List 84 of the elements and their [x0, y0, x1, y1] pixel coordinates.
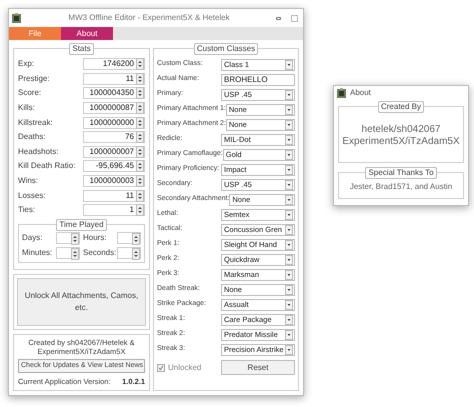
- window-title: MW3 Offline Editor - Experiment5X & Hetelek: [67, 12, 231, 24]
- stat-label: Exp:: [18, 58, 36, 70]
- menu-tab[interactable]: About: [61, 27, 113, 40]
- check-icon: [158, 364, 164, 370]
- stat-label: Score:: [18, 87, 42, 100]
- spinner-arrows-icon[interactable]: [136, 72, 144, 85]
- caret-icon: [285, 330, 293, 340]
- reset-button[interactable]: Reset: [221, 360, 295, 375]
- checkbox-label: Unlocked: [168, 362, 202, 374]
- number-field[interactable]: 11: [83, 72, 145, 85]
- number-field[interactable]: 11: [83, 190, 145, 202]
- number-field[interactable]: 1000000003: [83, 175, 145, 188]
- thanks-text: Jester, Brad1571, and Austin: [350, 180, 452, 192]
- caret-icon: [285, 210, 293, 220]
- spinner-arrows-icon[interactable]: [136, 190, 144, 202]
- spinner-arrows-icon[interactable]: [136, 131, 144, 144]
- app-icon: [11, 12, 22, 24]
- spinner-arrows-icon[interactable]: [71, 248, 79, 260]
- group-title: Special Thanks To: [365, 167, 437, 179]
- number-field[interactable]: [56, 246, 80, 259]
- stat-label: Prestige:: [18, 72, 51, 85]
- stat-label: Kills:: [18, 102, 36, 114]
- time-label: Hours:: [83, 232, 108, 244]
- spinner-arrows-icon[interactable]: [132, 232, 140, 245]
- group-title: Custom Classes: [194, 43, 258, 55]
- caret-icon: [285, 240, 293, 250]
- number-field[interactable]: [117, 232, 141, 244]
- spinner-arrows-icon[interactable]: [136, 160, 144, 172]
- caret-icon: [285, 270, 293, 280]
- time-label: Minutes:: [22, 246, 54, 259]
- number-field[interactable]: [56, 232, 80, 244]
- caret-icon: [285, 120, 293, 130]
- number-field[interactable]: 1000000087: [83, 102, 145, 114]
- author-line: hetelek/sh042067: [362, 124, 440, 136]
- caret-icon: [285, 194, 293, 204]
- text-field[interactable]: BROHELLO: [221, 74, 295, 86]
- spinner-arrows-icon[interactable]: [71, 232, 79, 245]
- caret-icon: [285, 134, 293, 144]
- author-line: Experiment5X/iTzAdam5X: [342, 136, 460, 148]
- time-label: Days:: [22, 232, 44, 244]
- number-field[interactable]: -95,696.45: [83, 160, 145, 172]
- caret-icon: [285, 150, 293, 160]
- caret-icon: [285, 300, 293, 310]
- caret-icon: [285, 284, 293, 294]
- spinner-arrows-icon[interactable]: [136, 175, 144, 188]
- minimize-icon[interactable]: [276, 16, 281, 20]
- caret-icon: [285, 314, 293, 324]
- caret-icon: [285, 254, 293, 264]
- caret-icon: [285, 90, 293, 100]
- stat-label: Ties:: [18, 204, 36, 216]
- caret-icon: [285, 344, 293, 354]
- spinner-arrows-icon[interactable]: [136, 58, 144, 70]
- caret-icon: [285, 60, 293, 70]
- number-field[interactable]: 76: [83, 131, 145, 144]
- window-title: About: [350, 87, 371, 99]
- group-title: Created By: [378, 101, 424, 113]
- caret-icon: [285, 180, 293, 190]
- spinner-arrows-icon[interactable]: [136, 116, 144, 129]
- stat-label: Headshots:: [18, 146, 60, 158]
- spinner-arrows-icon[interactable]: [136, 87, 144, 100]
- number-field[interactable]: 1: [83, 204, 145, 216]
- spinner-arrows-icon[interactable]: [132, 248, 140, 260]
- number-field[interactable]: 1000000007: [83, 146, 145, 158]
- number-field[interactable]: [117, 246, 141, 259]
- stat-label: Killstreak:: [18, 116, 54, 129]
- spinner-arrows-icon[interactable]: [136, 146, 144, 158]
- stat-label: Wins:: [18, 175, 39, 188]
- maximize-icon[interactable]: [291, 14, 298, 22]
- stat-label: Kill Death Ratio:: [18, 160, 76, 172]
- spinner-arrows-icon[interactable]: [136, 204, 144, 216]
- number-field[interactable]: 1746200: [83, 58, 145, 70]
- group-title: Time Played: [56, 218, 107, 231]
- time-label: Seconds:: [83, 246, 117, 259]
- caret-icon: [285, 224, 293, 234]
- stat-label: Deaths:: [18, 131, 47, 144]
- group-title: Stats: [69, 43, 94, 55]
- spinner-arrows-icon[interactable]: [136, 102, 144, 114]
- stat-label: Losses:: [18, 190, 47, 202]
- caret-icon: [285, 104, 293, 114]
- number-field[interactable]: 1000004350: [83, 87, 145, 100]
- app-icon: [336, 88, 347, 98]
- caret-icon: [285, 164, 293, 174]
- number-field[interactable]: 1000000000: [83, 116, 145, 129]
- unlock-button[interactable]: Unlock All Attachments, Camos, etc.: [17, 278, 146, 326]
